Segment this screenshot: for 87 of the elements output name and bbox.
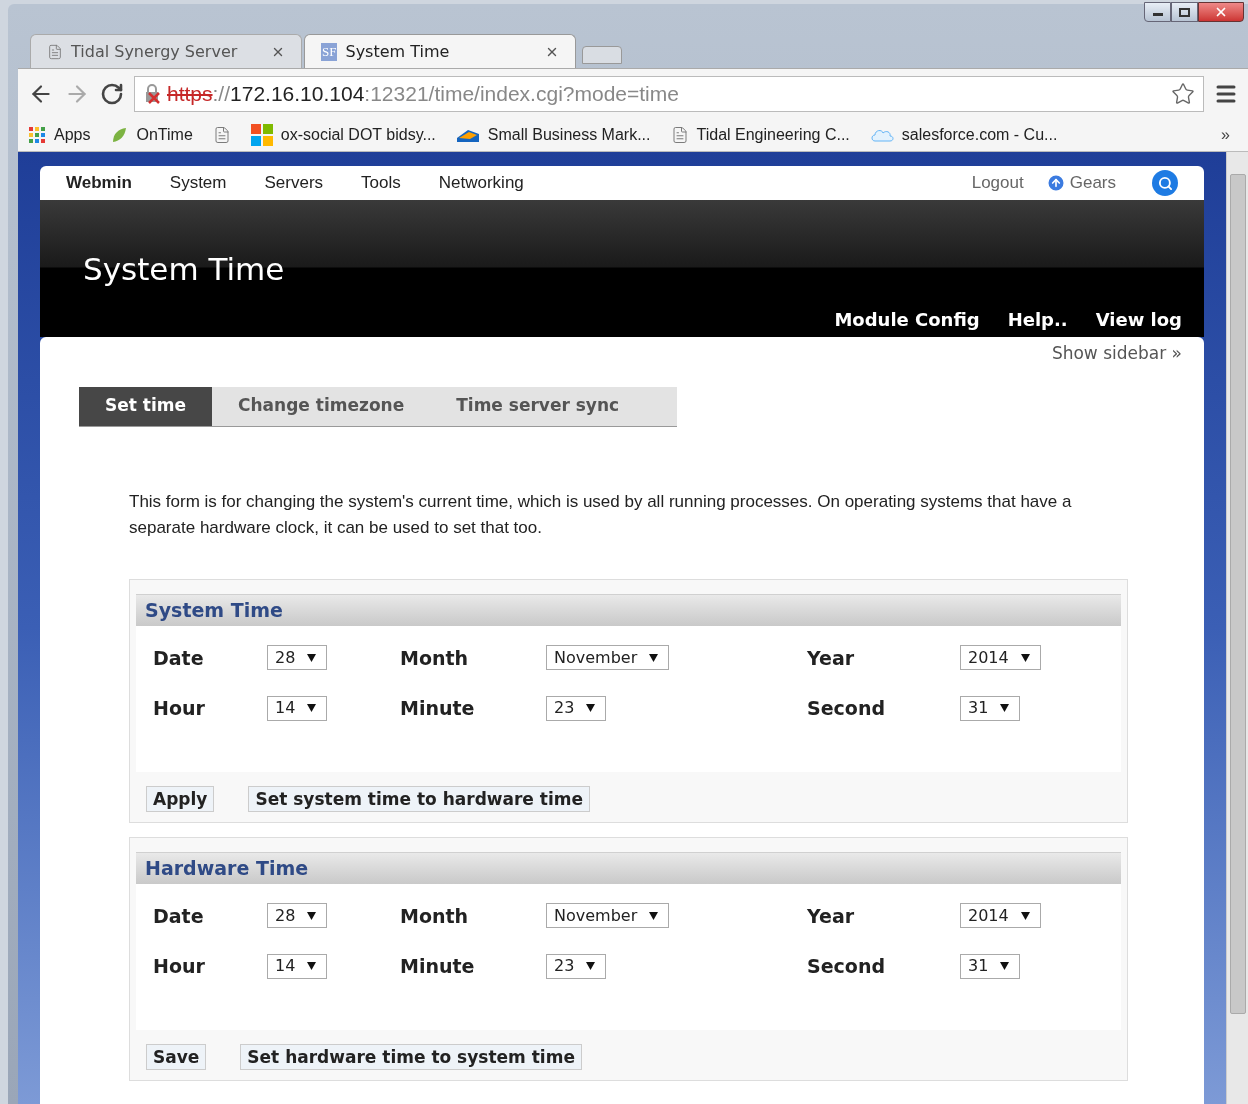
minimize-button[interactable] (1144, 2, 1171, 22)
tab-title: System Time (345, 40, 451, 63)
field-label: Year (807, 903, 856, 929)
address-bar[interactable]: https://172.16.10.104:12321/time/index.cgi?mode=time (134, 75, 1204, 112)
dropdown-caret-icon (649, 911, 659, 920)
field-label: Second (807, 954, 886, 979)
field-label: Minute (400, 954, 476, 979)
field-label: Date (153, 903, 205, 929)
reload-icon[interactable] (100, 81, 124, 106)
form-tab[interactable]: Change timezone (212, 386, 431, 426)
maximize-button[interactable] (1171, 2, 1198, 22)
header-link[interactable]: View log (1095, 305, 1182, 333)
bookmark[interactable]: Small Business Mark... (455, 122, 651, 147)
field-label: Date (153, 645, 205, 671)
field-label: Minute (400, 696, 476, 721)
leaf-icon (110, 125, 129, 144)
field-label: Hour (153, 954, 206, 979)
section-title: Hardware Time (145, 855, 309, 881)
bookmark[interactable]: ox-social DOT bidsy... (250, 122, 436, 147)
form-button[interactable]: Set system time to hardware time (248, 785, 590, 812)
bookmark[interactable] (212, 125, 231, 144)
field-label: Year (807, 645, 856, 671)
form-button[interactable]: Save (146, 1043, 207, 1070)
dropdown[interactable]: November (546, 645, 670, 671)
bookmark[interactable]: Apps (28, 122, 91, 147)
close-icon (1214, 5, 1228, 19)
insecure-lock-icon (143, 83, 163, 104)
tiles-icon (250, 123, 273, 146)
dropdown-caret-icon (307, 653, 317, 662)
dropdown[interactable]: November (546, 903, 670, 929)
page-title: System Time (83, 250, 286, 289)
nav-item[interactable]: Webmin (66, 170, 132, 196)
page-icon (670, 125, 689, 144)
page-icon (47, 43, 63, 60)
nav-item[interactable]: Servers (264, 170, 324, 196)
form-tab[interactable]: Time server sync (430, 386, 646, 426)
nav-item[interactable]: System (169, 170, 227, 196)
dropdown-caret-icon (1020, 911, 1030, 920)
form-button[interactable]: Set hardware time to system time (240, 1043, 582, 1070)
dropdown-caret-icon (586, 704, 596, 713)
description-text: This form is for changing the system's current time, which is used by all running processes. On operating systems that have a separate hardware clock, it can be used to set that too. (129, 490, 1073, 539)
nav-item[interactable]: Networking (438, 170, 524, 196)
field-label: Month (400, 645, 470, 671)
bookmark[interactable]: OnTime (110, 122, 193, 147)
dropdown[interactable]: 14 (267, 953, 328, 979)
section-title: System Time (145, 597, 283, 623)
dropdown[interactable]: 28 (267, 645, 328, 671)
browser-tab[interactable]: SF System Time (304, 34, 576, 68)
browser-tab[interactable]: Tidal Synergy Server (30, 34, 302, 68)
page-icon (212, 125, 231, 144)
dropdown-caret-icon (586, 962, 596, 971)
form-tab[interactable]: Set time (79, 386, 212, 426)
header-link[interactable]: Help.. (1007, 305, 1068, 333)
field-label: Hour (153, 696, 206, 721)
bookmark-star-icon[interactable] (1171, 81, 1195, 106)
dropdown-caret-icon (307, 911, 317, 920)
field-label: Second (807, 696, 886, 721)
show-sidebar-link[interactable]: Show sidebar » (1051, 341, 1182, 367)
dropdown[interactable]: 23 (546, 695, 607, 721)
dropdown[interactable]: 23 (546, 953, 607, 979)
dropdown-caret-icon (1000, 962, 1010, 971)
logout-link[interactable]: Logout (971, 170, 1024, 196)
dropdown-caret-icon (1000, 704, 1010, 713)
dropdown[interactable]: 2014 (960, 645, 1041, 671)
bookmark[interactable]: salesforce.com - Cu... (869, 122, 1058, 147)
form-button[interactable]: Apply (146, 785, 215, 812)
more-bookmarks[interactable]: » (1221, 122, 1230, 147)
dropdown[interactable]: 14 (267, 695, 328, 721)
dropdown[interactable]: 31 (960, 953, 1021, 979)
url-text: https://172.16.10.104:12321/time/index.cgi?mode=time (167, 80, 679, 107)
dropdown-caret-icon (307, 704, 317, 713)
dropdown[interactable]: 28 (267, 903, 328, 929)
tab-title: Tidal Synergy Server (71, 40, 239, 63)
dropdown-caret-icon (1020, 653, 1030, 662)
dropdown-caret-icon (307, 962, 317, 971)
dropdown[interactable]: 2014 (960, 903, 1041, 929)
site-favicon: SF (321, 42, 338, 61)
field-label: Month (400, 903, 470, 929)
close-button[interactable] (1198, 2, 1244, 22)
dropdown-caret-icon (649, 653, 659, 662)
nav-item[interactable]: Tools (361, 170, 401, 196)
apps-grid-icon (28, 125, 46, 144)
bookmark[interactable]: Tidal Engineering C... (670, 122, 850, 147)
gears-link[interactable]: Gears (1069, 170, 1116, 196)
search-icon[interactable] (1152, 170, 1178, 196)
dropdown[interactable]: 31 (960, 695, 1021, 721)
header-link[interactable]: Module Config (834, 305, 980, 333)
